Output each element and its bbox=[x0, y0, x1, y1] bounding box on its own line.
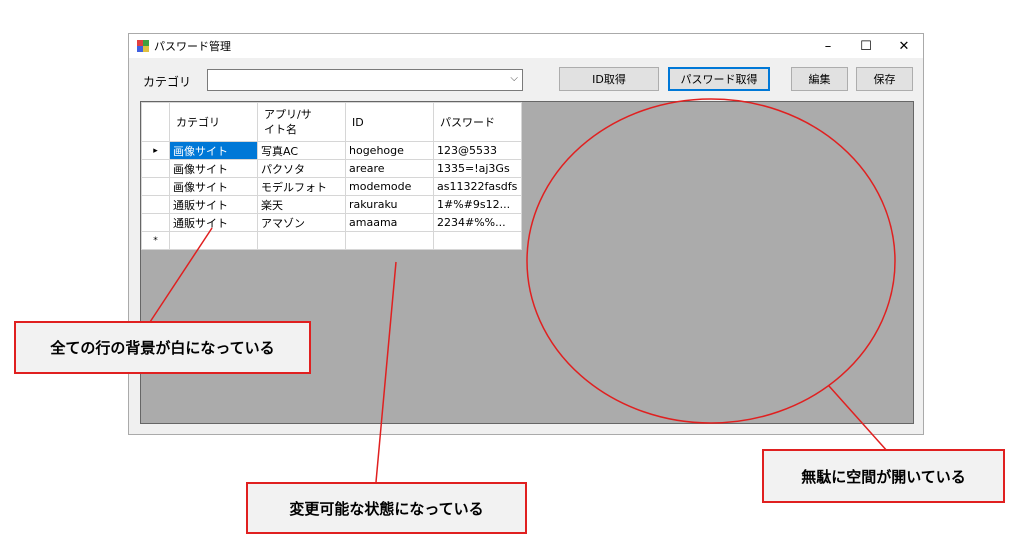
pointer-line bbox=[828, 385, 889, 453]
pointer-line bbox=[149, 227, 213, 323]
callout-rows-white: 全ての行の背景が白になっている bbox=[14, 321, 311, 374]
highlight-ellipse bbox=[526, 98, 896, 424]
callout-editable: 変更可能な状態になっている bbox=[246, 482, 527, 534]
pointer-line bbox=[375, 261, 397, 483]
callout-wasted-space: 無駄に空間が開いている bbox=[762, 449, 1005, 503]
